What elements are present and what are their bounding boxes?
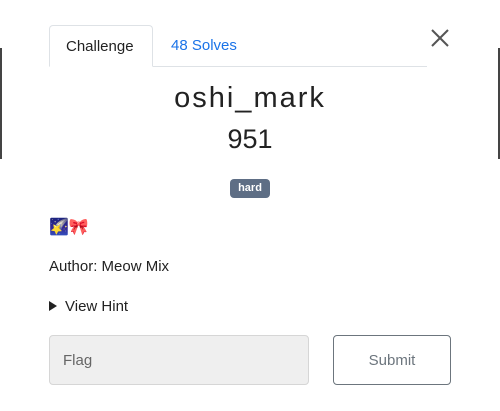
triangle-right-icon	[49, 301, 57, 312]
challenge-points: 951	[227, 124, 273, 154]
tab-challenge-label: Challenge	[66, 38, 134, 55]
close-icon	[431, 29, 449, 47]
submit-button[interactable]: Submit	[333, 335, 451, 385]
difficulty-badge: hard	[230, 179, 270, 198]
flag-input[interactable]	[49, 335, 309, 385]
tab-challenge[interactable]: Challenge	[49, 25, 153, 67]
close-button[interactable]	[428, 26, 452, 50]
challenge-description: 🌠🎀	[49, 219, 89, 236]
view-hint-toggle[interactable]: View Hint	[49, 298, 128, 315]
challenge-title: oshi_mark	[174, 82, 326, 114]
view-hint-label: View Hint	[65, 298, 129, 315]
challenge-author: Author: Meow Mix	[49, 258, 170, 275]
tab-solves-label: 48 Solves	[171, 37, 237, 54]
challenge-modal: Challenge 48 Solves oshi_mark 951 hard 🌠…	[2, 0, 498, 411]
challenge-tabs: Challenge 48 Solves	[49, 25, 427, 67]
tab-solves[interactable]: 48 Solves	[155, 25, 253, 67]
